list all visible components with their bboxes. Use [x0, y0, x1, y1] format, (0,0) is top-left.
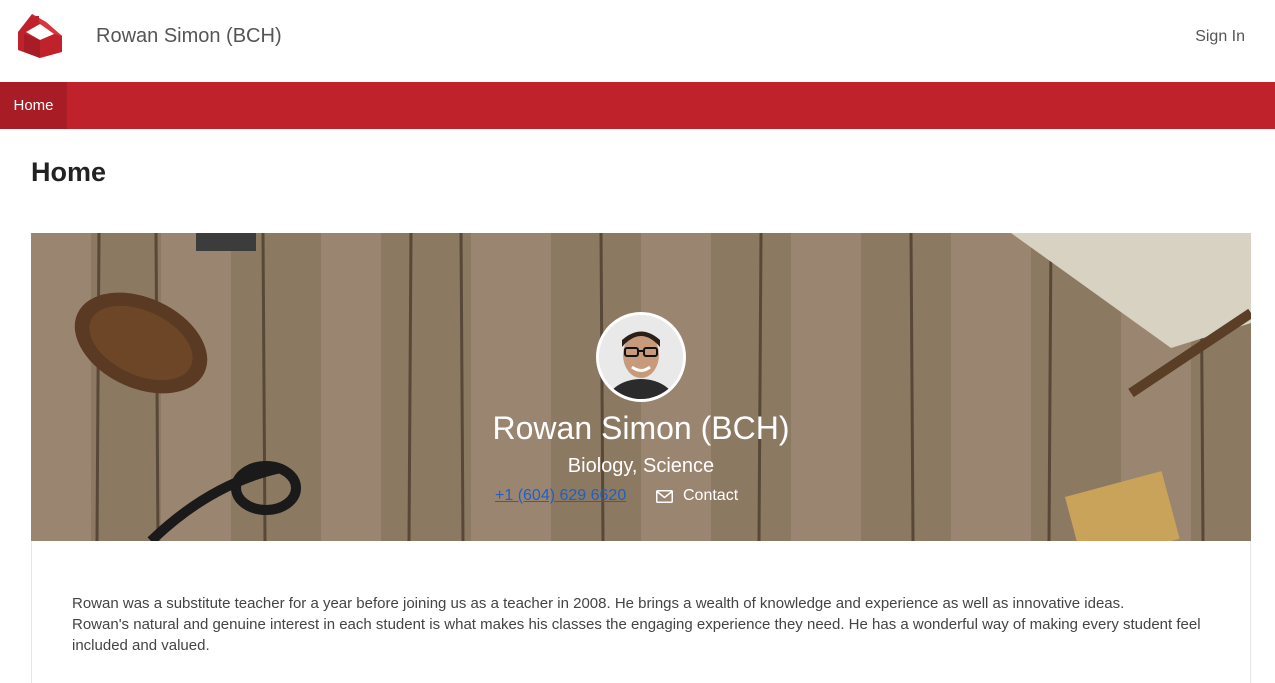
teacher-subjects: Biology, Science	[567, 455, 715, 477]
phone-link[interactable]: +1 (604) 629 6620	[495, 487, 626, 505]
bio-card: Rowan was a substitute teacher for a yea…	[31, 541, 1251, 683]
contact-label: Contact	[683, 487, 739, 504]
contact-button[interactable]: Contact	[656, 487, 738, 505]
bio-paragraph: Rowan's natural and genuine interest in …	[72, 616, 1201, 654]
sign-in-link[interactable]: Sign In	[1195, 28, 1245, 46]
top-bar: Rowan Simon (BCH) Sign In	[0, 0, 1275, 82]
site-title[interactable]: Rowan Simon (BCH)	[96, 25, 282, 48]
teacher-name: Rowan Simon (BCH)	[492, 410, 790, 446]
page-title: Home	[31, 157, 107, 187]
main-nav: Home	[0, 82, 1275, 129]
profile-banner: Rowan Simon (BCH) Biology, Science +1 (6…	[31, 233, 1251, 541]
avatar	[596, 312, 686, 402]
envelope-icon	[656, 489, 673, 503]
bio-text: Rowan was a substitute teacher for a yea…	[72, 593, 1222, 656]
bio-paragraph: Rowan was a substitute teacher for a yea…	[72, 595, 1125, 612]
schoolhouse-logo-icon[interactable]	[14, 10, 64, 60]
nav-item-home[interactable]: Home	[0, 82, 67, 129]
